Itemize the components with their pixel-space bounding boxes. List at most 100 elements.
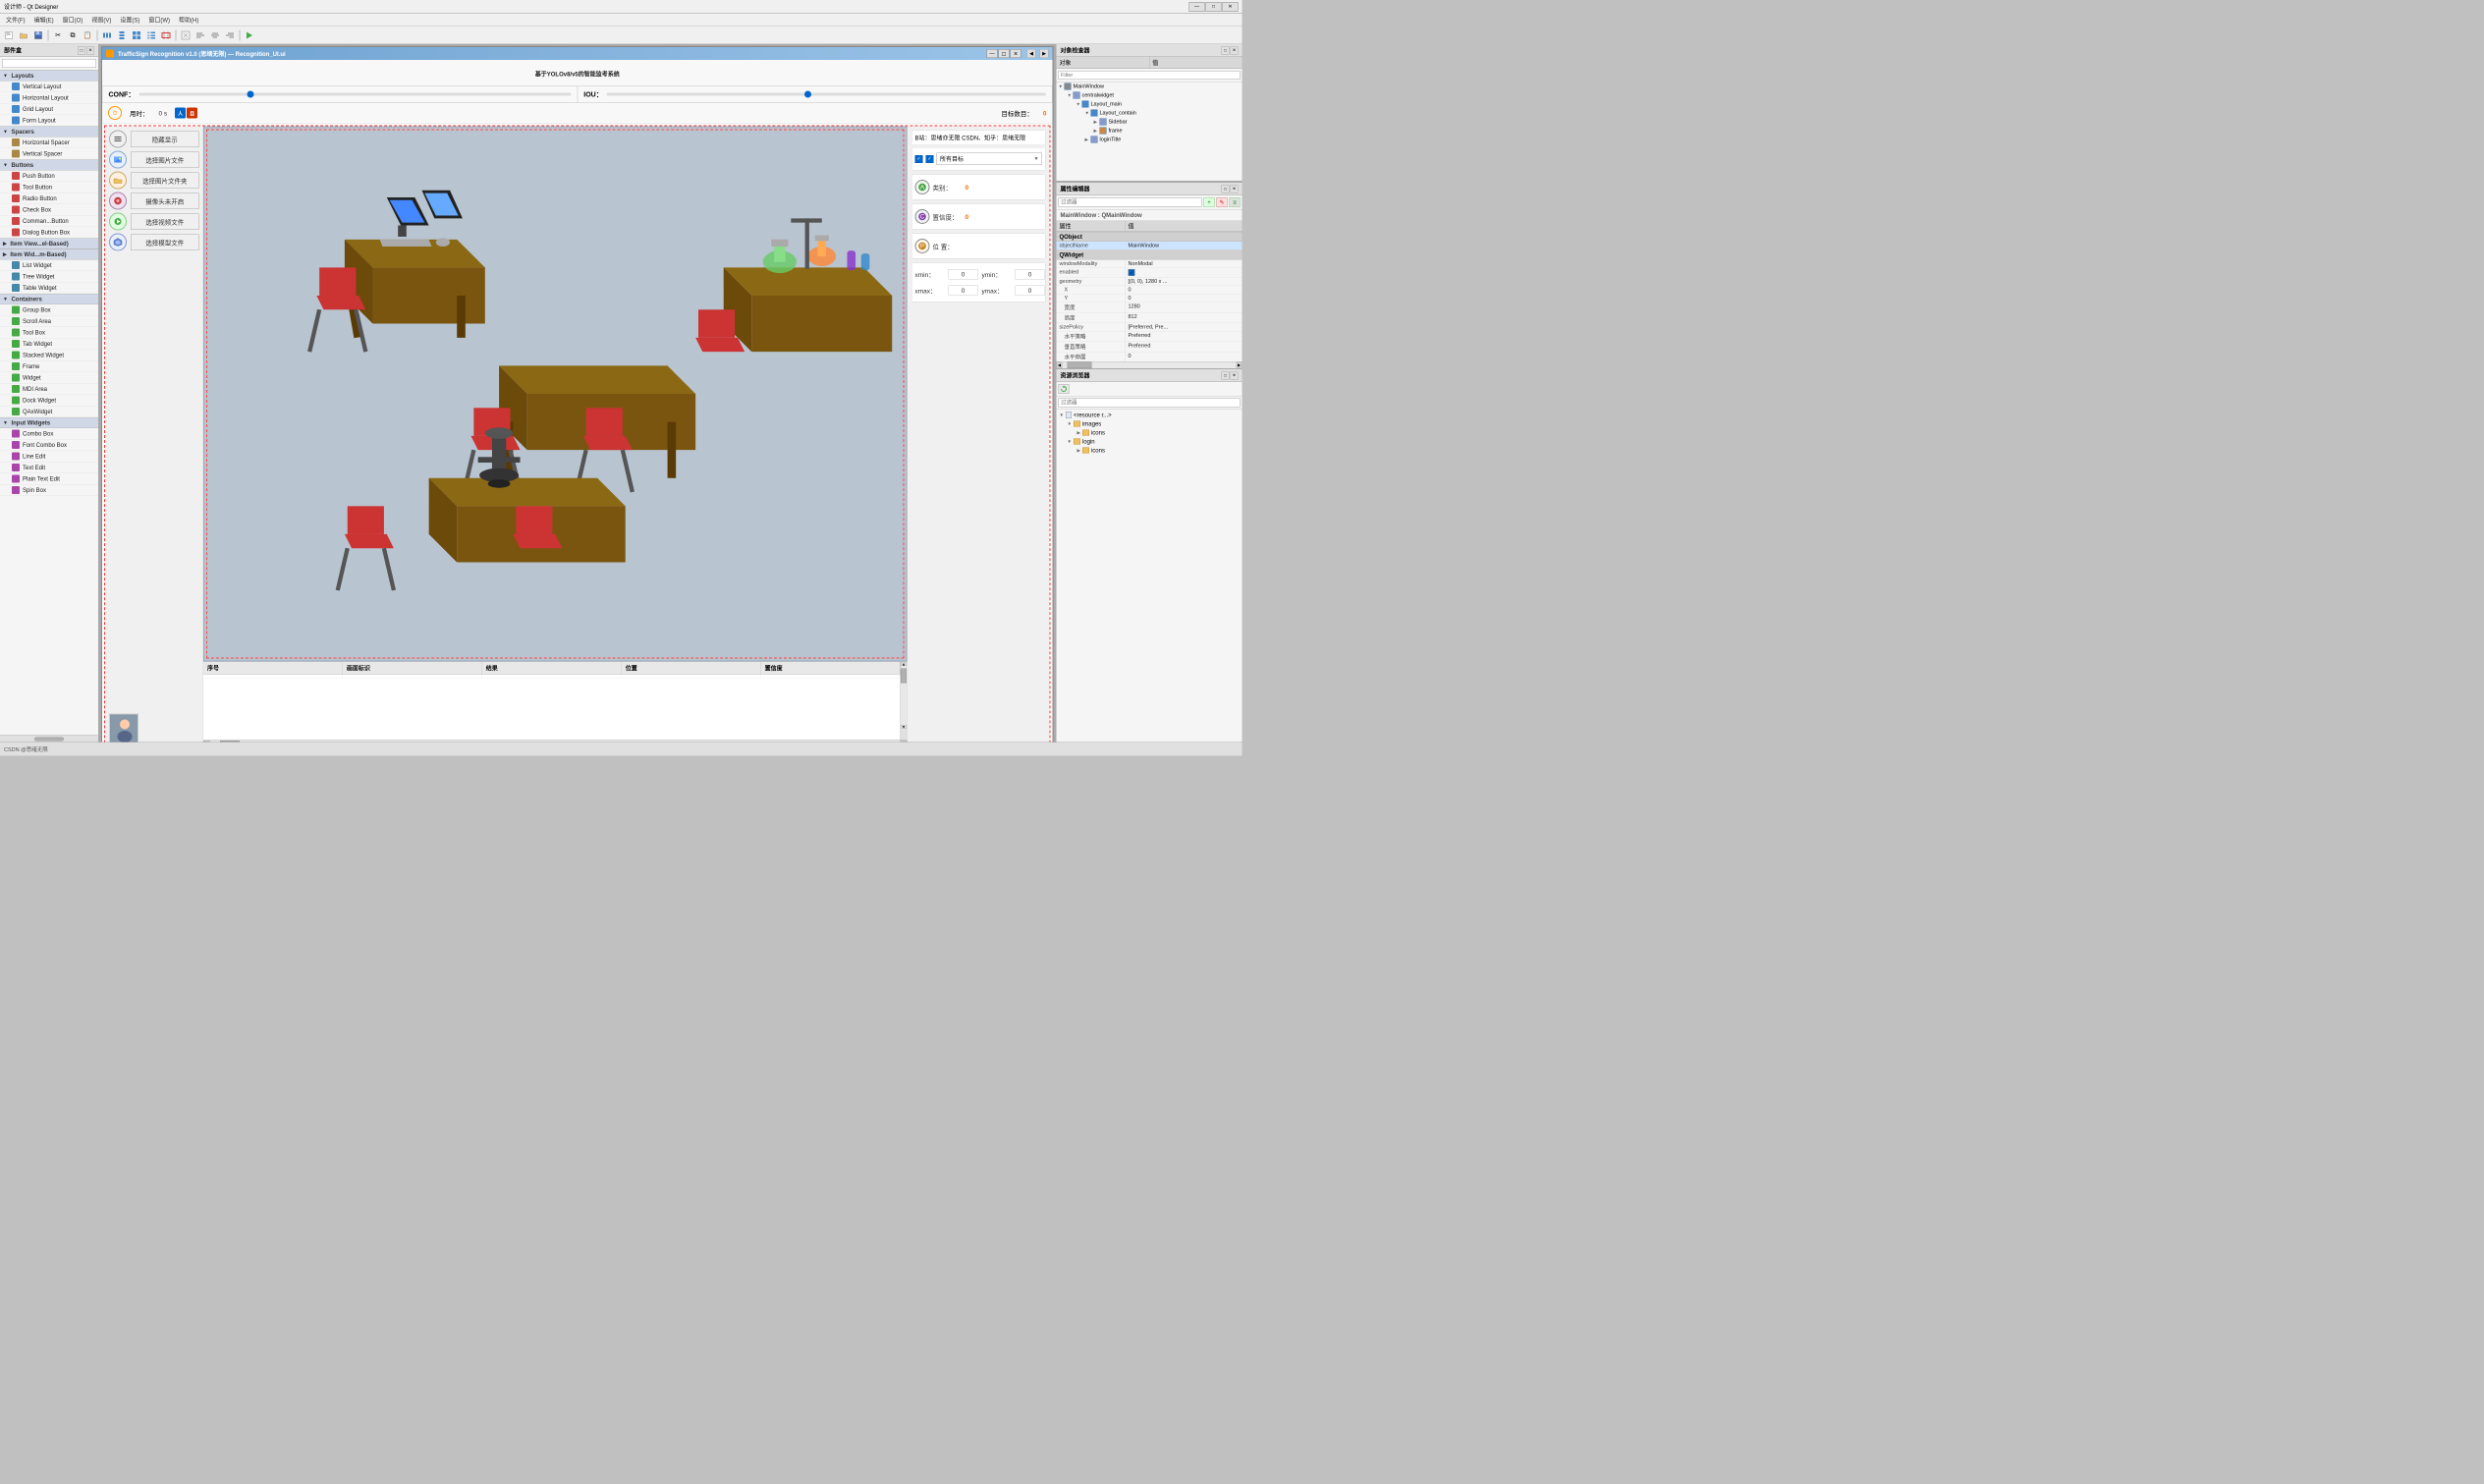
scroll-right-btn2[interactable]: ▶ — [901, 741, 908, 742]
prop-value-sizepolicy[interactable]: [Preferred, Pre... — [1126, 323, 1242, 331]
adjust-size-button[interactable] — [179, 28, 193, 41]
widget-box-scrollbar[interactable] — [0, 736, 98, 742]
layout-v-button[interactable] — [115, 28, 129, 41]
category-input-widgets[interactable]: ▼ Input Widgets — [0, 417, 98, 428]
resource-item-images[interactable]: ▼ images — [1058, 419, 1242, 428]
widget-item-horizontal-spacer[interactable]: Horizontal Spacer — [0, 137, 98, 149]
inner-restore-button[interactable]: ◻ — [999, 49, 1010, 58]
layout-grid-button[interactable] — [130, 28, 143, 41]
menu-help[interactable]: 帮助(H) — [175, 15, 202, 26]
open-button[interactable] — [17, 28, 30, 41]
category-spacers[interactable]: ▼ Spacers — [0, 127, 98, 137]
widget-item-tree-widget[interactable]: Tree Widget — [0, 271, 98, 283]
prop-config-btn[interactable]: ≡ — [1230, 197, 1241, 207]
widget-item-dialog-button-box[interactable]: Dialog Button Box — [0, 227, 98, 239]
scroll-left-btn[interactable]: ◀ — [1027, 49, 1036, 58]
widget-item-line-edit[interactable]: Line Edit — [0, 451, 98, 463]
align-left-button[interactable] — [193, 28, 207, 41]
iou-slider-thumb[interactable] — [804, 91, 811, 98]
resource-item-icons-2[interactable]: ▶ icons — [1058, 446, 1242, 455]
category-item-views[interactable]: ▶ Item View...el-Based) — [0, 239, 98, 249]
menu-file[interactable]: 文件(F) — [2, 15, 29, 26]
inner-close-button[interactable]: ✕ — [1011, 49, 1021, 58]
widget-item-form-layout[interactable]: Form Layout — [0, 115, 98, 127]
widget-item-grid-layout[interactable]: Grid Layout — [0, 104, 98, 116]
menu-window-w[interactable]: 窗口(W) — [144, 15, 174, 26]
resource-filter-input[interactable] — [1059, 399, 1241, 408]
prop-value-v-policy[interactable]: Preferred — [1126, 342, 1242, 352]
prop-add-btn[interactable]: + — [1204, 197, 1215, 207]
maximize-button[interactable]: □ — [1206, 2, 1222, 12]
choose-model-button[interactable]: 选择模型文件 — [131, 234, 199, 250]
prop-remove-btn[interactable]: ✎ — [1217, 197, 1228, 207]
widget-item-list-widget[interactable]: List Widget — [0, 260, 98, 272]
tree-item-layout-main[interactable]: ▼ Layout_main — [1057, 100, 1242, 109]
resource-refresh-btn[interactable] — [1059, 384, 1070, 394]
targets-dropdown[interactable]: 所有目标 ▼ — [937, 153, 1043, 166]
widget-item-command-button[interactable]: Comman...Button — [0, 216, 98, 228]
prop-value-width[interactable]: 1280 — [1126, 302, 1242, 312]
choose-image-button[interactable]: 选择图片文件 — [131, 151, 199, 168]
layout-form-button[interactable] — [144, 28, 158, 41]
filter-input[interactable] — [1059, 71, 1241, 80]
widget-item-horizontal-layout[interactable]: Horizontal Layout — [0, 92, 98, 104]
prop-value-x[interactable]: 0 — [1126, 286, 1242, 294]
widget-item-plain-text-edit[interactable]: Plain Text Edit — [0, 473, 98, 485]
prop-filter-input[interactable] — [1059, 198, 1202, 207]
widget-item-table-widget[interactable]: Table Widget — [0, 283, 98, 295]
category-item-widgets[interactable]: ▶ Item Wid...m-Based) — [0, 249, 98, 260]
layout-h-button[interactable] — [100, 28, 114, 41]
menu-settings[interactable]: 设置(S) — [116, 15, 143, 26]
widget-item-spin-box[interactable]: Spin Box — [0, 485, 98, 497]
widget-item-stacked-widget[interactable]: Stacked Widget — [0, 350, 98, 361]
tree-item-centralwidget[interactable]: ▼ centralwidget — [1057, 91, 1242, 100]
camera-button[interactable]: 摄像头未开启 — [131, 192, 199, 209]
widget-item-text-edit[interactable]: Text Edit — [0, 463, 98, 474]
checkbox-blue-1[interactable]: ✓ — [915, 155, 923, 163]
widget-item-combo-box[interactable]: Combo Box — [0, 428, 98, 440]
prop-value-height[interactable]: 812 — [1126, 313, 1242, 323]
enabled-checkbox[interactable]: ✓ — [1129, 269, 1135, 276]
prop-value-h-stretch[interactable]: 0 — [1126, 353, 1242, 362]
widget-item-tool-button[interactable]: Tool Button — [0, 182, 98, 193]
align-center-button[interactable] — [208, 28, 222, 41]
widget-item-push-button[interactable]: Push Button — [0, 171, 98, 183]
choose-video-button[interactable]: 选择视频文件 — [131, 213, 199, 230]
align-right-button[interactable] — [223, 28, 237, 41]
tree-item-mainwindow[interactable]: ▼ MainWindow — [1057, 82, 1242, 91]
scroll-right-btn[interactable]: ▶ — [1040, 49, 1049, 58]
widget-item-tab-widget[interactable]: Tab Widget — [0, 339, 98, 351]
tree-item-layout-contain[interactable]: ▼ Layout_contain — [1057, 109, 1242, 118]
break-layout-button[interactable] — [159, 28, 173, 41]
resource-item-login[interactable]: ▼ login — [1058, 437, 1242, 446]
choose-folder-button[interactable]: 选择图片文件夹 — [131, 172, 199, 189]
scroll-left-btn2[interactable]: ◀ — [203, 741, 210, 742]
cut-button[interactable]: ✂ — [51, 28, 65, 41]
tree-item-sidebar[interactable]: ▶ Sidebar — [1057, 118, 1242, 127]
horizontal-scrollbar[interactable]: ◀ ▶ — [203, 741, 908, 742]
widget-item-vertical-layout[interactable]: Vertical Layout — [0, 82, 98, 93]
conf-slider-thumb[interactable] — [247, 91, 253, 98]
save-button[interactable] — [31, 28, 45, 41]
minimize-button[interactable]: — — [1189, 2, 1205, 12]
widget-item-widget[interactable]: Widget — [0, 372, 98, 384]
tree-item-logintitle[interactable]: ▶ loginTitle — [1057, 136, 1242, 144]
hamburger-icon-btn[interactable] — [109, 131, 127, 148]
prop-editor-close-btn[interactable]: ✕ — [1231, 185, 1239, 192]
prop-scroll-bar-h[interactable]: ◀ ▶ — [1057, 361, 1242, 368]
tree-item-frame[interactable]: ▶ frame — [1057, 127, 1242, 136]
menu-view[interactable]: 视图(V) — [87, 15, 115, 26]
prop-editor-float-btn[interactable]: □ — [1222, 185, 1230, 192]
widget-item-group-box[interactable]: Group Box — [0, 304, 98, 316]
checkbox-blue-2[interactable]: ✓ — [926, 155, 934, 163]
widget-item-scroll-area[interactable]: Scroll Area — [0, 316, 98, 328]
resource-item-icons-1[interactable]: ▶ icons — [1058, 428, 1242, 437]
inner-minimize-button[interactable]: — — [987, 49, 998, 58]
prop-value-geometry[interactable]: [(0, 0), 1280 x ... — [1126, 278, 1242, 286]
category-containers[interactable]: ▼ Containers — [0, 294, 98, 304]
widget-item-frame[interactable]: Frame — [0, 361, 98, 373]
prop-value-h-policy[interactable]: Preferred — [1126, 332, 1242, 342]
widget-item-qaxwidget[interactable]: QAxWidget — [0, 407, 98, 418]
prop-value-objectname[interactable]: MainWindow — [1126, 242, 1242, 249]
resource-float-btn[interactable]: □ — [1222, 371, 1230, 379]
